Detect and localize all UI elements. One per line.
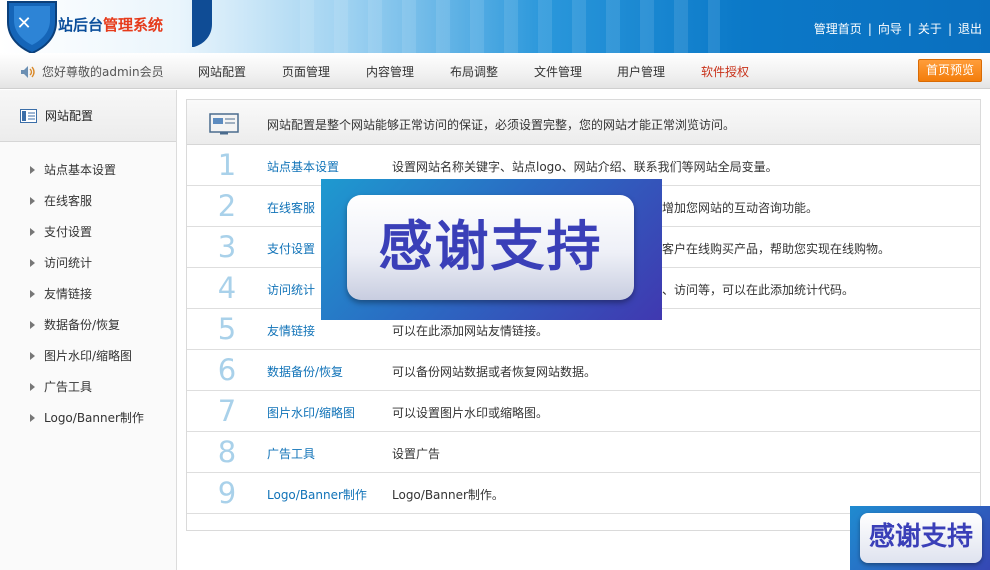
triangle-right-icon bbox=[30, 196, 35, 205]
speaker-icon bbox=[21, 65, 35, 78]
link-admin-home[interactable]: 管理首页 bbox=[814, 22, 862, 36]
monitor-icon bbox=[209, 113, 239, 135]
row-title-link[interactable]: 友情链接 bbox=[267, 322, 315, 339]
row-title-link[interactable]: 在线客服 bbox=[267, 199, 315, 216]
sidebar-menu: 站点基本设置 在线客服 支付设置 访问统计 友情链接 数据备份/恢复 图片水印/… bbox=[0, 142, 176, 433]
row-description: 增加您网站的互动咨询功能。 bbox=[662, 201, 819, 215]
nav-page-manage[interactable]: 页面管理 bbox=[282, 63, 330, 80]
row-number: 4 bbox=[217, 271, 237, 305]
row-description: 可以在此添加网站友情链接。 bbox=[392, 324, 549, 338]
row-description: 可以备份网站数据或者恢复网站数据。 bbox=[392, 365, 597, 379]
row-number: 6 bbox=[217, 353, 237, 387]
sidebar-item-friend-links[interactable]: 友情链接 bbox=[0, 278, 176, 309]
config-row-8: 8 广告工具 设置广告 bbox=[187, 432, 980, 473]
row-description: Logo/Banner制作。 bbox=[392, 488, 504, 502]
row-title-link[interactable]: 图片水印/缩略图 bbox=[267, 404, 355, 421]
sidebar-item-watermark[interactable]: 图片水印/缩略图 bbox=[0, 340, 176, 371]
intro-bar: 网站配置是整个网站能够正常访问的保证，必须设置完整，您的网站才能正常浏览访问。 bbox=[187, 100, 980, 145]
thanks-overlay-small[interactable]: 感谢支持 bbox=[850, 506, 990, 570]
row-description: 设置广告 bbox=[392, 447, 441, 461]
link-logout[interactable]: 退出 bbox=[958, 22, 982, 36]
row-number: 2 bbox=[217, 189, 237, 223]
row-description: 可以设置图片水印或缩略图。 bbox=[392, 406, 549, 420]
sidebar-item-online-service[interactable]: 在线客服 bbox=[0, 185, 176, 216]
row-description: 设置网站名称关键字、站点logo、网站介绍、联系我们等网站全局变量。 bbox=[392, 160, 778, 174]
triangle-right-icon bbox=[30, 320, 35, 329]
thanks-text-large: 感谢支持 bbox=[378, 215, 603, 278]
brand-title: 站后台管理系统 bbox=[58, 14, 163, 35]
triangle-right-icon bbox=[30, 258, 35, 267]
nav-layout-adjust[interactable]: 布局调整 bbox=[450, 63, 498, 80]
row-title-link[interactable]: 站点基本设置 bbox=[267, 158, 339, 175]
config-icon bbox=[20, 108, 37, 123]
sidebar: 网站配置 站点基本设置 在线客服 支付设置 访问统计 友情链接 数据备份/恢复 … bbox=[0, 90, 177, 570]
triangle-right-icon bbox=[30, 351, 35, 360]
banner-decoration bbox=[300, 0, 720, 53]
welcome-message: 您好尊敬的admin会员 bbox=[20, 63, 164, 80]
triangle-right-icon bbox=[30, 382, 35, 391]
intro-text: 网站配置是整个网站能够正常访问的保证，必须设置完整，您的网站才能正常浏览访问。 bbox=[267, 118, 736, 132]
config-row-7: 7 图片水印/缩略图 可以设置图片水印或缩略图。 bbox=[187, 391, 980, 432]
thanks-text-small: 感谢支持 bbox=[868, 522, 973, 552]
config-row-6: 6 数据备份/恢复 可以备份网站数据或者恢复网站数据。 bbox=[187, 350, 980, 391]
nav-bar: 您好尊敬的admin会员 网站配置 页面管理 内容管理 布局调整 文件管理 用户… bbox=[0, 53, 990, 89]
row-title-link[interactable]: 广告工具 bbox=[267, 445, 315, 462]
sidebar-item-backup[interactable]: 数据备份/恢复 bbox=[0, 309, 176, 340]
triangle-right-icon bbox=[30, 165, 35, 174]
triangle-right-icon bbox=[30, 413, 35, 422]
nav-file-manage[interactable]: 文件管理 bbox=[534, 63, 582, 80]
row-number: 5 bbox=[217, 312, 237, 346]
sidebar-item-statistics[interactable]: 访问统计 bbox=[0, 247, 176, 278]
sidebar-item-payment[interactable]: 支付设置 bbox=[0, 216, 176, 247]
thanks-overlay-large: 感谢支持 bbox=[321, 179, 662, 320]
brand-highlight: 管理系统 bbox=[103, 16, 164, 34]
row-title-link[interactable]: 数据备份/恢复 bbox=[267, 363, 343, 380]
top-links: 管理首页 | 向导 | 关于 | 退出 bbox=[813, 22, 982, 36]
home-preview-button[interactable]: 首页预览 bbox=[918, 59, 982, 82]
row-number: 1 bbox=[217, 148, 237, 182]
triangle-right-icon bbox=[30, 289, 35, 298]
nav-site-config[interactable]: 网站配置 bbox=[198, 63, 246, 80]
sidebar-item-ad-tools[interactable]: 广告工具 bbox=[0, 371, 176, 402]
nav-software-license[interactable]: 软件授权 bbox=[701, 63, 749, 80]
sidebar-item-site-basic[interactable]: 站点基本设置 bbox=[0, 154, 176, 185]
row-title-link[interactable]: Logo/Banner制作 bbox=[267, 486, 367, 503]
welcome-text: 您好尊敬的admin会员 bbox=[42, 65, 164, 79]
nav-user-manage[interactable]: 用户管理 bbox=[617, 63, 665, 80]
sidebar-title: 网站配置 bbox=[45, 109, 94, 123]
row-number: 3 bbox=[217, 230, 237, 264]
close-icon[interactable]: ✕ bbox=[14, 14, 34, 34]
row-title-link[interactable]: 支付设置 bbox=[267, 240, 315, 257]
brand-prefix: 站后台 bbox=[58, 16, 104, 34]
row-number: 9 bbox=[217, 476, 237, 510]
row-title-link[interactable]: 访问统计 bbox=[267, 281, 315, 298]
link-about[interactable]: 关于 bbox=[918, 22, 942, 36]
sidebar-item-logo-banner[interactable]: Logo/Banner制作 bbox=[0, 402, 176, 433]
thanks-plate: 感谢支持 bbox=[347, 195, 634, 300]
nav-content-manage[interactable]: 内容管理 bbox=[366, 63, 414, 80]
row-description: 客户在线购买产品，帮助您实现在线购物。 bbox=[662, 242, 891, 256]
triangle-right-icon bbox=[30, 227, 35, 236]
row-number: 8 bbox=[217, 435, 237, 469]
link-guide[interactable]: 向导 bbox=[878, 22, 902, 36]
shield-logo-right-icon bbox=[192, 0, 212, 47]
sidebar-header: 网站配置 bbox=[0, 90, 176, 142]
row-number: 7 bbox=[217, 394, 237, 428]
row-description: 、访问等，可以在此添加统计代码。 bbox=[662, 283, 855, 297]
top-banner: ✕ 站后台管理系统 管理首页 | 向导 | 关于 | 退出 bbox=[0, 0, 990, 53]
thanks-plate-small: 感谢支持 bbox=[860, 513, 982, 563]
